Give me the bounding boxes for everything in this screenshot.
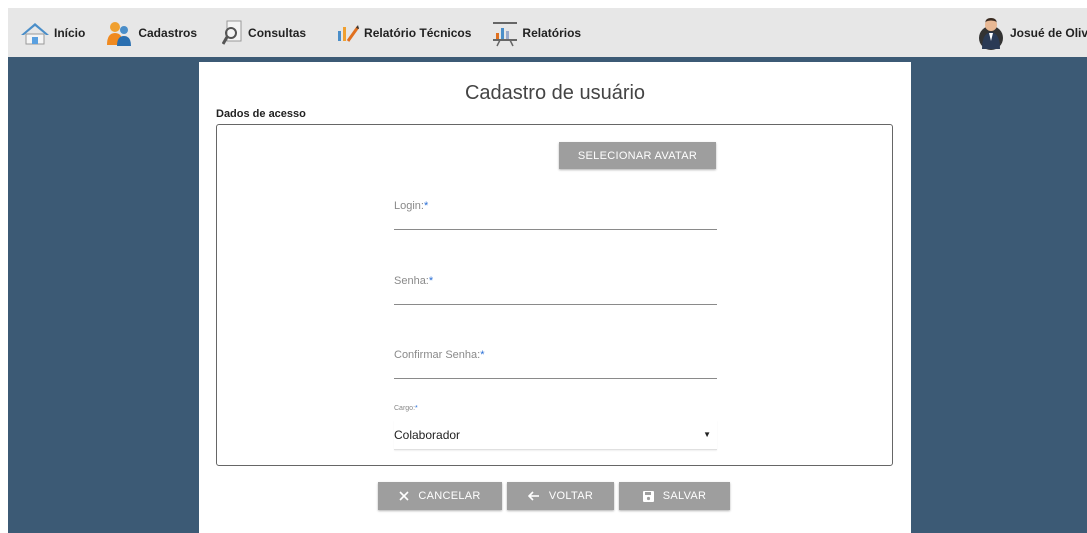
cargo-selected-value: Colaborador: [394, 427, 461, 442]
edit-chart-icon: [338, 24, 360, 42]
top-navbar: Início Cadastros Consultas Relatório Téc…: [8, 8, 1087, 57]
people-icon: [107, 21, 132, 46]
back-label: VOLTAR: [548, 490, 594, 502]
nav-item-consultas[interactable]: Consultas: [222, 8, 306, 57]
nav-item-label: Relatórios: [522, 25, 582, 40]
save-label: SALVAR: [662, 490, 707, 502]
floppy-disk-icon: [642, 490, 654, 502]
confirm-password-field-group: Confirmar Senha:*: [394, 349, 717, 379]
cancel-label: CANCELAR: [418, 490, 481, 502]
nav-item-relatorios[interactable]: Relatórios: [492, 8, 581, 57]
access-data-fieldset: SELECIONAR AVATAR Login:* Senha:* Confir…: [216, 124, 893, 466]
search-document-icon: [222, 20, 242, 45]
nav-item-cadastros[interactable]: Cadastros: [106, 8, 197, 57]
page-title: Cadastro de usuário: [464, 82, 646, 104]
section-label: Dados de acesso: [216, 108, 306, 120]
required-mark: *: [423, 200, 429, 212]
cargo-label: Cargo:*: [394, 405, 418, 412]
user-name: Josué de Oliveira: [1010, 25, 1087, 40]
back-button[interactable]: VOLTAR: [507, 482, 614, 510]
house-icon: [21, 22, 49, 44]
nav-item-inicio[interactable]: Início: [20, 8, 85, 57]
avatar-icon: [979, 17, 1003, 50]
save-button[interactable]: SALVAR: [619, 482, 730, 510]
required-mark: *: [428, 275, 434, 287]
login-label: Login:*: [394, 200, 429, 212]
required-mark: *: [415, 405, 418, 412]
cancel-button[interactable]: CANCELAR: [378, 482, 502, 510]
password-label: Senha:*: [394, 275, 434, 287]
presentation-chart-icon: [493, 21, 518, 46]
login-input[interactable]: [394, 212, 717, 230]
close-icon: [399, 491, 409, 501]
nav-item-label: Consultas: [248, 25, 307, 40]
nav-item-label: Cadastros: [138, 25, 198, 40]
nav-item-label: Início: [54, 25, 86, 40]
form-actions: CANCELAR VOLTAR SALVAR: [378, 482, 735, 510]
cargo-field-group: Cargo:* Colaborador ▼: [394, 405, 717, 450]
confirm-password-input[interactable]: [394, 361, 717, 379]
login-field-group: Login:*: [394, 200, 717, 230]
cargo-select[interactable]: Colaborador ▼: [394, 420, 717, 450]
password-field-group: Senha:*: [394, 275, 717, 305]
arrow-left-icon: [527, 491, 540, 501]
nav-item-relatorio-tecnicos[interactable]: Relatório Técnicos: [336, 8, 471, 57]
dropdown-arrow-icon: ▼: [703, 430, 711, 439]
required-mark: *: [480, 349, 485, 361]
form-panel: Cadastro de usuário Dados de acesso SELE…: [199, 62, 911, 533]
user-menu[interactable]: Josué de Oliveira: [972, 8, 1087, 57]
nav-item-label: Relatório Técnicos: [364, 25, 472, 40]
select-avatar-button[interactable]: SELECIONAR AVATAR: [559, 142, 716, 169]
confirm-password-label: Confirmar Senha:*: [394, 349, 485, 361]
password-input[interactable]: [394, 287, 717, 305]
